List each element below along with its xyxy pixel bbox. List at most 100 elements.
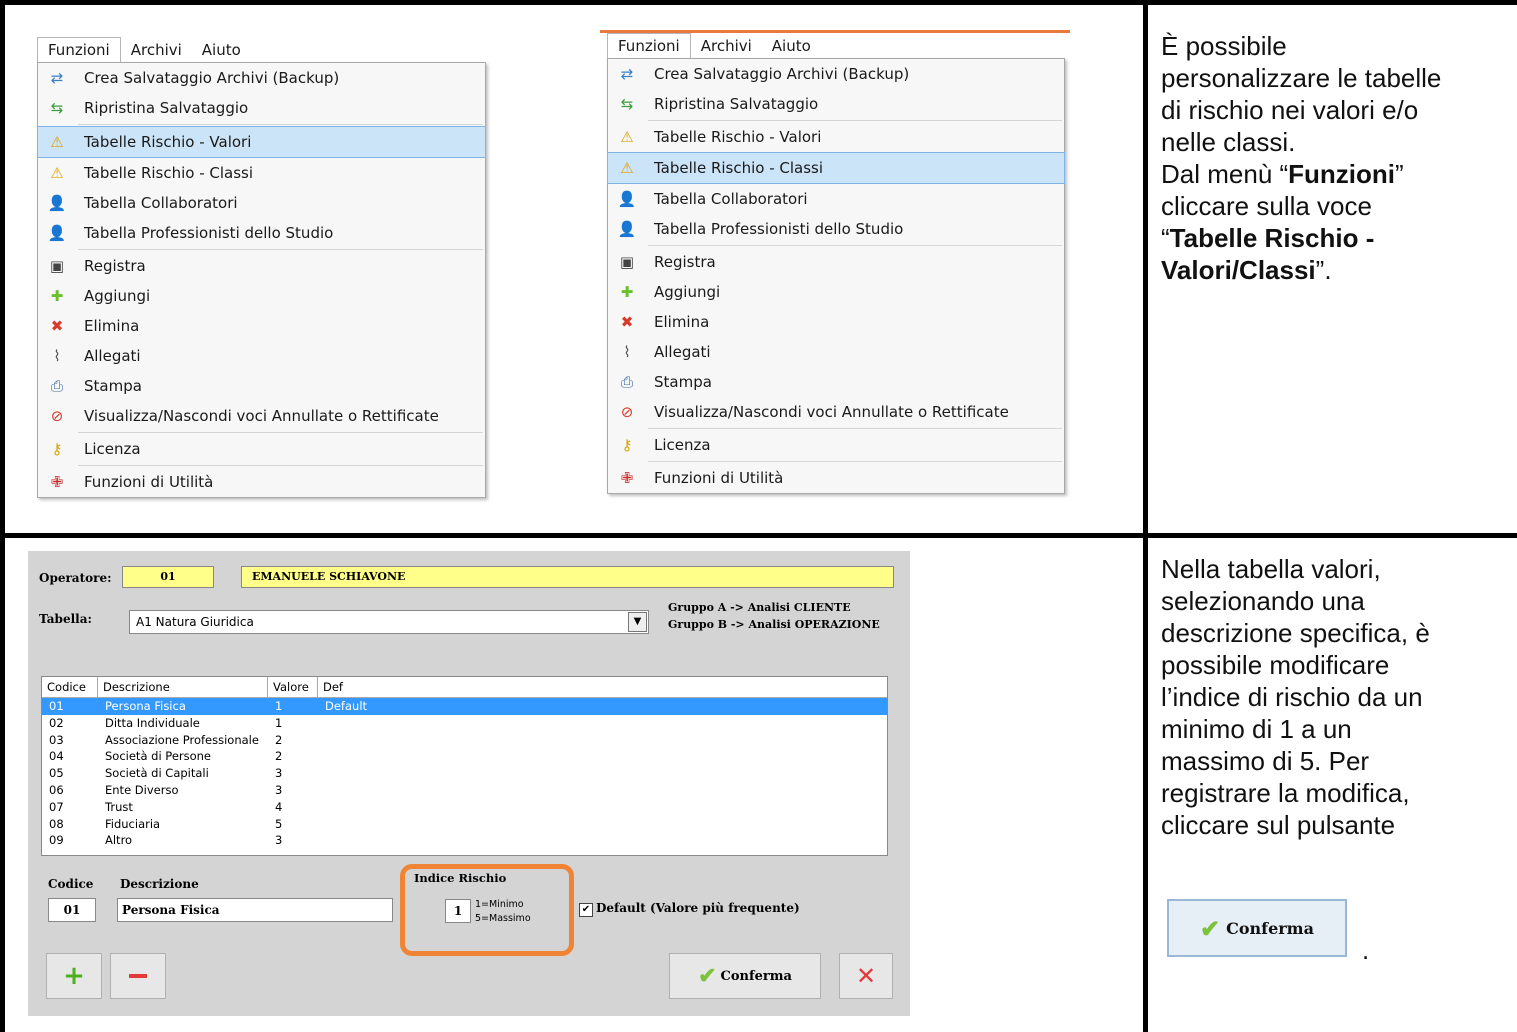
menu-separator xyxy=(78,249,483,250)
menu-item[interactable]: ⎙ Stampa xyxy=(38,371,485,401)
table-cell-def xyxy=(318,816,887,833)
tabella-select[interactable]: A1 Natura Giuridica ▼ xyxy=(129,610,649,634)
menu-item[interactable]: ⎙ Stampa xyxy=(608,367,1064,397)
menu-item-label: Tabella Professionisti dello Studio xyxy=(654,220,904,238)
table-row[interactable]: 02 Ditta Individuale 1 xyxy=(42,715,887,732)
save-icon: ▣ xyxy=(619,253,635,271)
table-row[interactable]: 01 Persona Fisica 1 Default xyxy=(42,698,887,715)
key-icon: ⚷ xyxy=(51,440,63,458)
menu-item[interactable]: ⚷ Licenza xyxy=(38,434,485,464)
menu-item[interactable]: ✖ Elimina xyxy=(38,311,485,341)
table-cell-def xyxy=(318,748,887,765)
menu-item[interactable]: ⊘ Visualizza/Nascondi voci Annullate o Re… xyxy=(38,401,485,431)
remove-button[interactable] xyxy=(110,953,166,999)
table-cell-descrizione: Ente Diverso xyxy=(105,782,179,797)
table-row[interactable]: 08 Fiduciaria 5 xyxy=(42,816,887,833)
operatore-name-field[interactable]: EMANUELE SCHIAVONE xyxy=(241,566,894,588)
text-bold: Tabelle Rischio - xyxy=(1169,223,1375,253)
default-checkbox-label: Default (Valore più frequente) xyxy=(596,901,800,915)
default-checkbox[interactable]: ✔ xyxy=(579,903,593,917)
menu-item-label: Tabelle Rischio - Valori xyxy=(654,128,822,146)
menu-item[interactable]: ⚠ Tabelle Rischio - Valori xyxy=(37,126,486,158)
operatore-code-field[interactable]: 01 xyxy=(122,566,214,588)
user-doc-icon: 👤 xyxy=(47,194,67,212)
table-row[interactable]: 04 Società di Persone 2 xyxy=(42,748,887,765)
plus-icon: ✚ xyxy=(50,287,64,305)
column-header[interactable]: Descrizione xyxy=(98,677,268,697)
menu-item[interactable]: ▣ Registra xyxy=(608,247,1064,277)
document-page: Funzioni Archivi Aiuto ⇄ Crea Salvataggio… xyxy=(0,0,1517,1032)
gruppo-a-note: Gruppo A -> Analisi CLIENTE xyxy=(668,601,851,614)
column-header[interactable]: Def xyxy=(318,677,887,697)
text-line: selezionando una xyxy=(1161,586,1365,616)
menu-item[interactable]: ⊘ Visualizza/Nascondi voci Annullate o Re… xyxy=(608,397,1064,427)
table-row[interactable]: 09 Altro 3 xyxy=(42,832,887,849)
table-cell-valore: 2 xyxy=(275,749,283,764)
menu-item-label: Tabella Professionisti dello Studio xyxy=(84,224,334,242)
add-button[interactable]: + xyxy=(46,953,102,999)
codice-field[interactable]: 01 xyxy=(48,898,96,922)
text-line: registrare la modifica, xyxy=(1161,778,1410,808)
menu-item[interactable]: 👤 Tabella Professionisti dello Studio xyxy=(608,214,1064,244)
column-header[interactable]: Valore xyxy=(268,677,318,697)
restore-icon: ⇆ xyxy=(50,99,64,117)
menu-funzioni[interactable]: Funzioni xyxy=(37,37,121,62)
conferma-button-example: ✔ Conferma xyxy=(1167,899,1347,957)
menu-item[interactable]: 👤 Tabella Collaboratori xyxy=(608,184,1064,214)
text-line: “Tabelle Rischio - xyxy=(1161,222,1511,254)
table-border-divider xyxy=(1143,0,1148,1032)
menu-item[interactable]: ⌇ Allegati xyxy=(608,337,1064,367)
menu-item[interactable]: ✙ Funzioni di Utilità xyxy=(608,463,1064,493)
indice-rischio-field[interactable]: 1 xyxy=(445,899,471,923)
descrizione-field[interactable]: Persona Fisica xyxy=(117,898,393,922)
text-line: di rischio nei valori e/o xyxy=(1161,95,1419,125)
menu-item-label: Aggiungi xyxy=(84,287,151,305)
menu-item[interactable]: 👤 Tabella Professionisti dello Studio xyxy=(38,218,485,248)
menu-item[interactable]: ✚ Aggiungi xyxy=(38,281,485,311)
text-span: ” xyxy=(1395,159,1404,189)
menu-item[interactable]: ✖ Elimina xyxy=(608,307,1064,337)
menu-archivi[interactable]: Archivi xyxy=(691,34,762,58)
cancel-button[interactable]: ✕ xyxy=(839,953,893,999)
menu-aiuto[interactable]: Aiuto xyxy=(762,34,821,58)
menu-aiuto[interactable]: Aiuto xyxy=(192,38,251,62)
menu-item[interactable]: ⚠ Tabelle Rischio - Valori xyxy=(608,122,1064,152)
menu-item-label: Tabella Collaboratori xyxy=(84,194,238,212)
table-cell-valore: 4 xyxy=(275,799,283,814)
menu-item[interactable]: ⚷ Licenza xyxy=(608,430,1064,460)
delete-icon: ✖ xyxy=(620,313,634,331)
menu-item[interactable]: ⚠ Tabelle Rischio - Classi xyxy=(607,152,1065,184)
table-row[interactable]: 03 Associazione Professionale 2 xyxy=(42,732,887,749)
text-line: massimo di 5. Per xyxy=(1161,746,1370,776)
restore-icon: ⇆ xyxy=(620,95,634,113)
indice-hints: 1=Minimo 5=Massimo xyxy=(475,898,531,926)
menu-item[interactable]: ⇄ Crea Salvataggio Archivi (Backup) xyxy=(38,63,485,93)
table-row[interactable]: 06 Ente Diverso 3 xyxy=(42,782,887,799)
table-row[interactable]: 05 Società di Capitali 3 xyxy=(42,765,887,782)
risk-table-form: Operatore: 01 EMANUELE SCHIAVONE Tabella… xyxy=(28,551,910,1016)
save-icon: ▣ xyxy=(49,257,65,275)
min-hint: 1=Minimo xyxy=(475,899,524,910)
toolkit-icon: ✙ xyxy=(50,473,64,491)
chevron-down-icon[interactable]: ▼ xyxy=(628,612,647,632)
menu-item[interactable]: ⇆ Ripristina Salvataggio xyxy=(608,89,1064,119)
menu-item[interactable]: ⇄ Crea Salvataggio Archivi (Backup) xyxy=(608,59,1064,89)
menu-item[interactable]: ▣ Registra xyxy=(38,251,485,281)
menu-item[interactable]: ⌇ Allegati xyxy=(38,341,485,371)
menu-item[interactable]: ✚ Aggiungi xyxy=(608,277,1064,307)
menu-item[interactable]: ⚠ Tabelle Rischio - Classi xyxy=(38,158,485,188)
table-cell-def xyxy=(318,732,887,749)
menu-item-label: Visualizza/Nascondi voci Annullate o Ret… xyxy=(84,407,439,425)
menu-separator xyxy=(78,124,483,125)
table-body: 01 Persona Fisica 1 Default 02 Ditta Individu… xyxy=(42,698,887,849)
menu-archivi[interactable]: Archivi xyxy=(121,38,192,62)
menu-item[interactable]: ⇆ Ripristina Salvataggio xyxy=(38,93,485,123)
table-row[interactable]: 07 Trust 4 xyxy=(42,799,887,816)
column-header[interactable]: Codice xyxy=(42,677,98,697)
menu-item[interactable]: 👤 Tabella Collaboratori xyxy=(38,188,485,218)
warning-table-icon: ⚠ xyxy=(50,164,64,182)
menu-item[interactable]: ✙ Funzioni di Utilità xyxy=(38,467,485,497)
conferma-button[interactable]: ✔ Conferma xyxy=(669,953,821,999)
table-cell-descrizione: Società di Capitali xyxy=(105,766,209,781)
menu-funzioni[interactable]: Funzioni xyxy=(607,33,691,58)
